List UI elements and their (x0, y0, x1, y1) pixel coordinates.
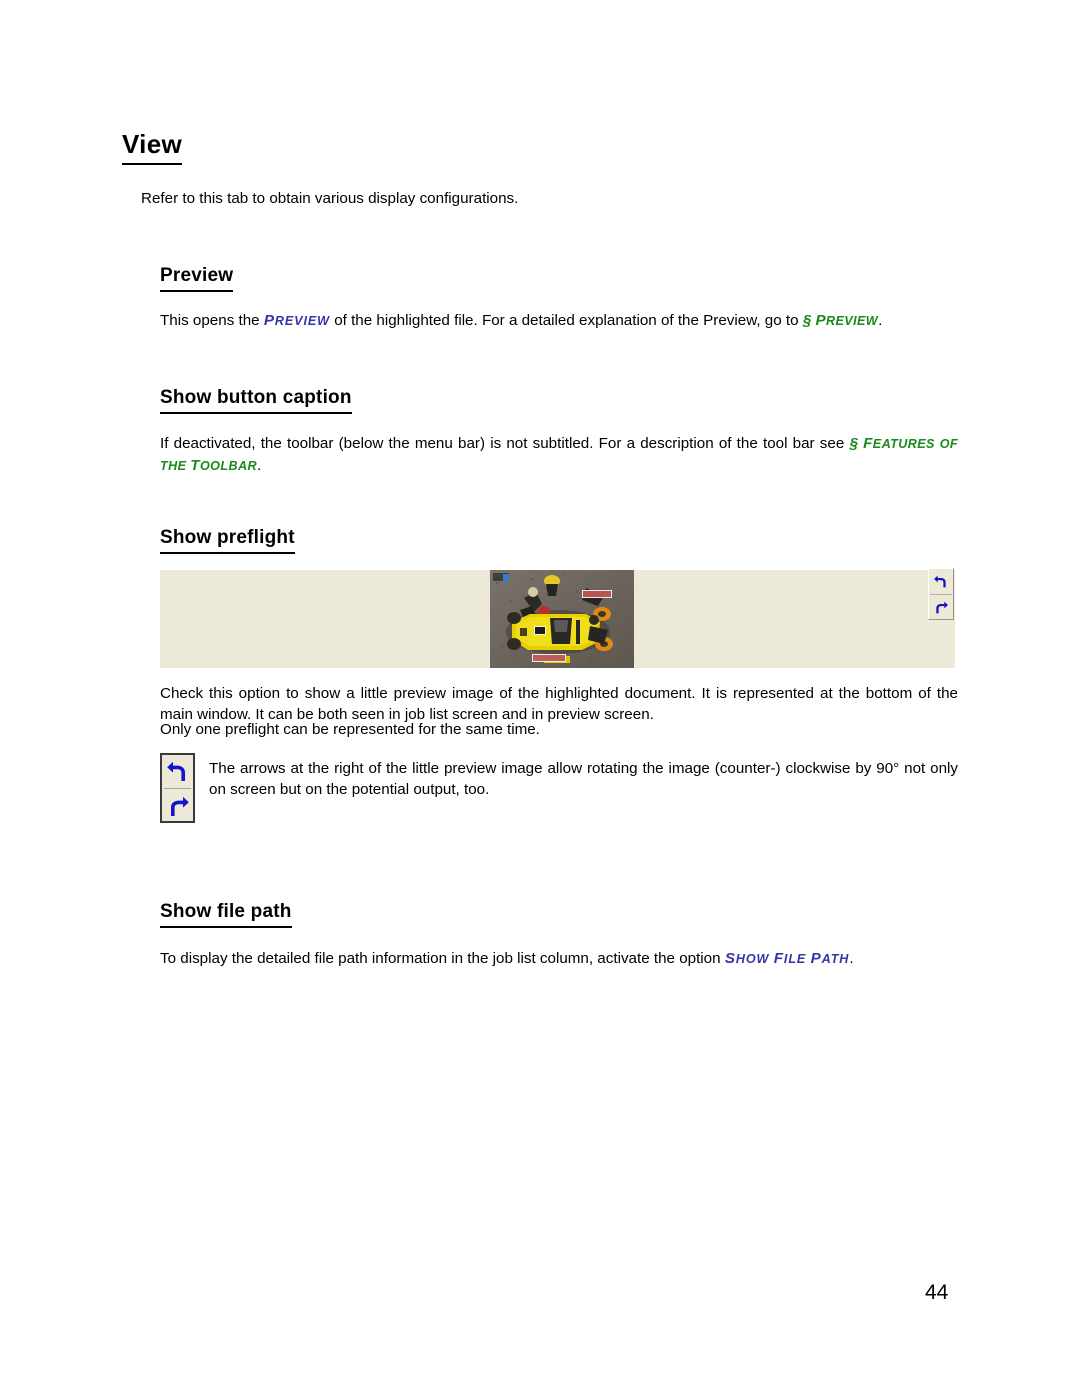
section-body-show-file-path: To display the detailed file path inform… (160, 948, 958, 970)
preflight-note-text: The arrows at the right of the little pr… (209, 760, 958, 798)
preflight-body-line2: Only one preflight can be represented fo… (160, 721, 540, 738)
section-heading-show-button-caption: Show button caption (160, 387, 352, 414)
preview-inline-reference[interactable]: PREVIEW (264, 312, 330, 329)
illustration-rotate-cw (162, 790, 193, 823)
document-page: View Refer to this tab to obtain various… (0, 0, 1080, 1397)
page-number: 44 (925, 1281, 949, 1304)
intro-paragraph: Refer to this tab to obtain various disp… (141, 190, 519, 207)
preflight-rotate-buttons (928, 568, 954, 620)
rotate-cw-arrow-icon (936, 601, 948, 613)
section-body-show-button-caption: If deactivated, the toolbar (below the m… (160, 433, 958, 477)
sfp-inline-reference[interactable]: SHOW FILE PATH (725, 950, 850, 967)
section-heading-preview: Preview (160, 265, 234, 292)
sbc-text-after: . (256, 457, 262, 474)
rotate-clockwise-button[interactable] (929, 595, 953, 620)
sfp-text-before: To display the detailed file path inform… (160, 950, 725, 967)
section-body-preview: This opens the PREVIEW of the highlighte… (160, 310, 958, 332)
sbc-text-before: If deactivated, the toolbar (below the m… (160, 435, 850, 452)
rotate-buttons-illustration (160, 753, 195, 823)
rotate-ccw-arrow-icon (934, 575, 946, 587)
illustration-divider (164, 788, 191, 789)
race-car-thumbnail-image (490, 570, 634, 668)
illustration-rotate-ccw (162, 755, 193, 788)
rotate-cw-arrow-icon-large (170, 796, 189, 816)
preflight-preview-strip (160, 568, 955, 668)
preview-text-middle: of the highlighted file. For a detailed … (329, 312, 803, 329)
rotate-counter-clockwise-button[interactable] (929, 569, 953, 594)
page-title: View (122, 129, 182, 165)
rotate-ccw-arrow-icon-large (166, 761, 185, 781)
section-heading-show-preflight: Show preflight (160, 527, 295, 554)
section-heading-show-file-path: Show file path (160, 901, 292, 928)
sfp-text-after: . (849, 950, 854, 967)
preview-text-before: This opens the (160, 312, 264, 329)
preview-section-reference[interactable]: § PREVIEW (803, 312, 878, 329)
preflight-thumbnail[interactable] (490, 570, 634, 668)
preview-text-after: . (878, 312, 883, 329)
